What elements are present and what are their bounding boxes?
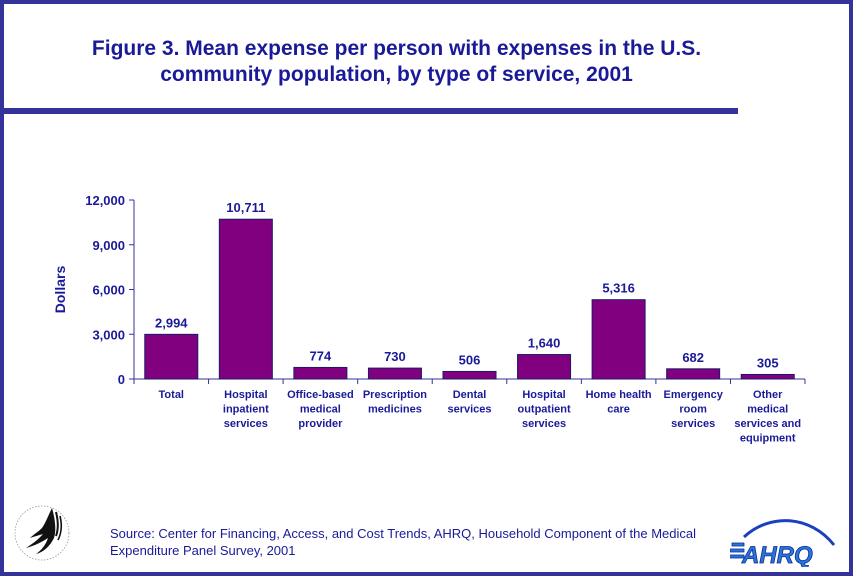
category-label: inpatient (223, 404, 269, 416)
bar-value-label: 730 (384, 349, 406, 364)
category-label: medicines (368, 404, 422, 416)
source-note: Source: Center for Financing, Access, an… (110, 525, 696, 559)
bar (218, 218, 273, 380)
bar (442, 370, 497, 380)
category-label: services and (734, 418, 801, 430)
y-tick-label: 9,000 (92, 238, 125, 253)
bar (591, 299, 646, 380)
bar (144, 333, 199, 380)
category-label: medical (747, 404, 788, 416)
category-label: Home health (586, 389, 652, 401)
category-label: outpatient (517, 404, 570, 416)
category-label: services (671, 418, 715, 430)
category-label: provider (298, 418, 343, 430)
category-label: Other (753, 389, 783, 401)
category-label: Hospital (522, 389, 565, 401)
category-label: room (679, 404, 707, 416)
bar-value-label: 774 (310, 348, 332, 363)
y-tick-label: 0 (118, 372, 125, 387)
category-label: Office-based (287, 389, 354, 401)
source-line1: Source: Center for Financing, Access, an… (110, 526, 697, 541)
bar (293, 366, 348, 380)
bar-value-label: 506 (459, 352, 481, 367)
category-label: Prescription (363, 389, 427, 401)
category-label: Total (159, 389, 184, 401)
category-label: services (224, 418, 268, 430)
bar-value-label: 1,640 (528, 336, 561, 351)
category-label: medical (300, 404, 341, 416)
hhs-eagle-logo (14, 505, 70, 561)
y-tick-label: 3,000 (92, 327, 125, 342)
bar-value-label: 5,316 (602, 281, 635, 296)
bar (517, 354, 572, 380)
y-tick-label: 6,000 (92, 283, 125, 298)
category-label: services (447, 404, 491, 416)
bar (666, 368, 721, 380)
y-tick-label: 12,000 (85, 193, 125, 208)
bar-value-label: 2,994 (155, 315, 188, 330)
bar-value-label: 10,711 (226, 200, 265, 215)
chart-labels: 0 3,000 6,000 9,000 12,000 Dollars 2,994 Total 1… (52, 193, 801, 445)
bar-value-label: 305 (757, 355, 779, 370)
bar-value-label: 682 (682, 350, 704, 365)
ahrq-logo-text: AHRQ (741, 542, 813, 567)
bar (367, 367, 422, 380)
y-axis-title: Dollars (52, 266, 68, 314)
category-label: care (607, 404, 630, 416)
bar-chart: 0 3,000 6,000 9,000 12,000 Dollars 2,994 Total 1… (52, 193, 806, 445)
source-line2: Expenditure Panel Survey, 2001 (110, 543, 296, 558)
bar (740, 373, 795, 380)
category-label: Emergency (664, 389, 724, 401)
category-label: services (522, 418, 566, 430)
ahrq-logo: AHRQ (730, 519, 836, 567)
category-label: Hospital (224, 389, 267, 401)
category-label: Dental (453, 389, 487, 401)
category-label: equipment (740, 433, 796, 445)
